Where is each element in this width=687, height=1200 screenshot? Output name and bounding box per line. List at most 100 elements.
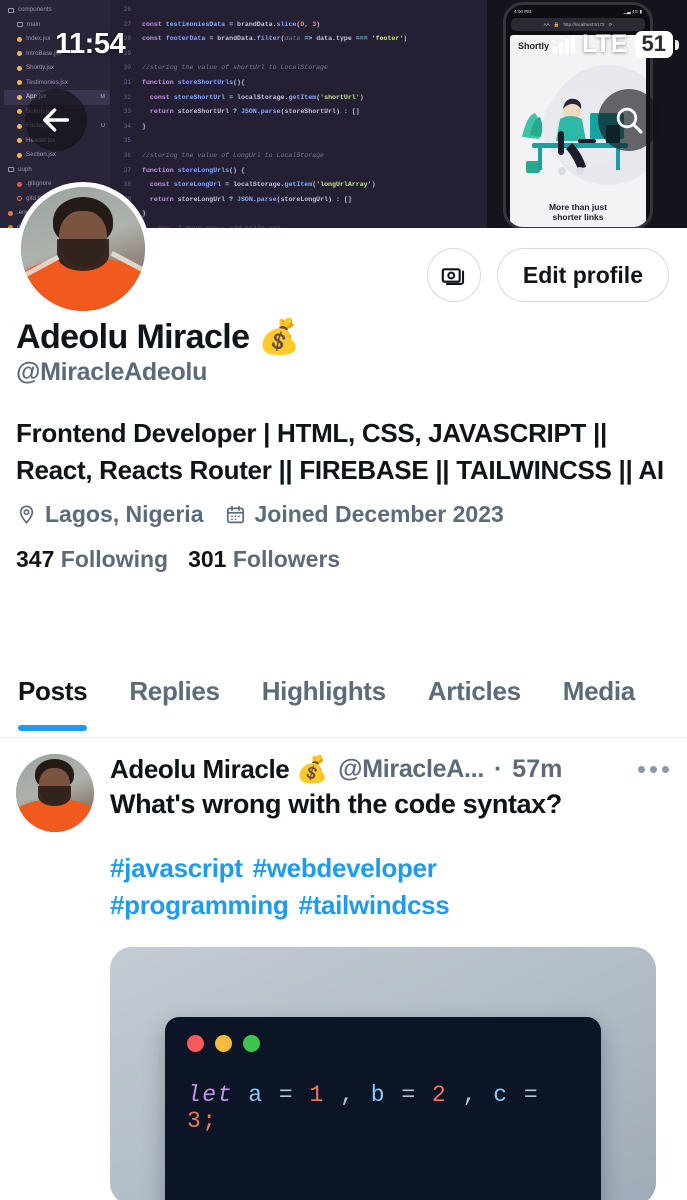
joined-label: Joined December 2023 (254, 500, 504, 527)
following-stat[interactable]: 347 Following (16, 546, 168, 573)
signal-bars-icon (553, 34, 576, 54)
battery-percent-label: 51 (634, 31, 673, 58)
ide-line-number: 36 (123, 151, 131, 159)
post-timestamp[interactable]: 57m (512, 755, 562, 784)
ide-line-number: 26 (123, 6, 131, 13)
post-image-code-card[interactable]: let a = 1 , b = 2 , c = 3; (110, 946, 656, 1200)
monetization-button[interactable] (426, 248, 481, 302)
battery-tip (675, 39, 679, 50)
edit-profile-button[interactable]: Edit profile (496, 248, 669, 302)
back-button[interactable] (25, 89, 87, 151)
profile-info: Adeolu Miracle 💰 @MiracleAdeolu Frontend… (16, 318, 671, 573)
profile-joined: Joined December 2023 (225, 500, 504, 528)
search-button[interactable] (598, 89, 660, 151)
hashtag-link[interactable]: #programming (110, 890, 289, 920)
search-icon (616, 107, 643, 134)
ide-file-row[interactable]: Testimonies.jsx (4, 76, 110, 91)
file-icon (17, 181, 22, 187)
tab-active-underline (18, 725, 88, 731)
ide-file-label: components (18, 6, 52, 14)
post-author-handle[interactable]: @MiracleA... (338, 755, 484, 784)
code-token: , (462, 1081, 478, 1108)
file-icon (8, 210, 13, 216)
ide-file-label: Shortly.jsx (26, 64, 55, 72)
window-dot (243, 1034, 260, 1052)
hashtag-link[interactable]: #javascript (110, 853, 243, 883)
followers-stat[interactable]: 301 Followers (188, 546, 340, 573)
hashtag-link[interactable]: #tailwindcss (298, 890, 449, 920)
ide-file-label: Testimonies.jsx (26, 78, 68, 86)
hashtag-link[interactable]: #webdeveloper (253, 853, 437, 883)
tab-replies[interactable]: Replies (108, 660, 240, 737)
post-author-name[interactable]: Adeolu Miracle 💰 (110, 754, 329, 785)
folder-icon (17, 22, 23, 28)
calendar-icon (227, 505, 245, 524)
code-token: b (370, 1081, 387, 1108)
code-line: //storing the value of shortUrl to Local… (142, 64, 328, 72)
phone-url-text: http://localhost:5173 (563, 22, 605, 27)
ide-line-number: 37 (123, 166, 131, 174)
profile-avatar[interactable] (16, 182, 150, 316)
code-line: //storing the value of LongUrl to LocalS… (142, 151, 325, 159)
profile-location: Lagos, Nigeria (16, 501, 203, 528)
tab-label: Replies (129, 676, 220, 706)
tab-articles[interactable]: Articles (407, 660, 542, 737)
post-header: Adeolu Miracle 💰 @MiracleA... · 57m (110, 754, 671, 785)
ide-file-status: U (101, 122, 105, 129)
status-bar-indicators: LTE 51 (553, 30, 679, 59)
code-token: 2 (431, 1081, 448, 1108)
phone-notch (550, 8, 606, 16)
status-bar-clock: 11:54 (55, 28, 126, 60)
tab-media[interactable]: Media (542, 660, 656, 737)
ide-file-label: uuph (18, 165, 32, 173)
code-line: function storeShortUrls(){ (142, 78, 245, 86)
ide-file-row[interactable]: components (4, 3, 110, 18)
ide-file-status: M (100, 93, 105, 100)
file-icon (17, 109, 22, 115)
ide-line-number: 35 (123, 137, 131, 145)
more-options-icon[interactable] (638, 766, 671, 773)
code-token: = (523, 1081, 540, 1108)
code-token: = (401, 1081, 417, 1108)
twitter-profile-screen: components main Index.jsx IntroBase.jsx Shor… (0, 0, 687, 1200)
tab-highlights[interactable]: Highlights (241, 660, 407, 737)
code-token: = (278, 1081, 295, 1108)
code-line: const footerData = brandData.filter(data… (142, 35, 408, 43)
tab-posts[interactable]: Posts (0, 660, 108, 737)
network-type-label: LTE (582, 30, 628, 58)
following-label: Following (60, 545, 169, 572)
window-traffic-lights (187, 1034, 579, 1052)
code-line: } (142, 122, 146, 130)
tab-label: Posts (18, 676, 88, 706)
post-author-avatar[interactable] (16, 754, 94, 832)
location-label: Lagos, Nigeria (45, 500, 204, 527)
phone-status-indicators: ▁▃ 4G ▮ (623, 8, 642, 14)
profile-meta: Lagos, Nigeria Joined December 2023 (16, 501, 671, 528)
code-token: , (340, 1081, 356, 1108)
battery-indicator: 51 (634, 31, 679, 58)
post-item[interactable]: Adeolu Miracle 💰 @MiracleA... · 57m What… (0, 740, 687, 1200)
tab-label: Media (562, 676, 635, 706)
phone-status-time: 4:00 PM (514, 9, 532, 14)
ide-file-label: Section.jsx (26, 151, 56, 159)
post-text: What's wrong with the code syntax? (110, 789, 562, 819)
code-token: c (493, 1081, 509, 1108)
ide-line-number: 32 (123, 93, 131, 101)
ide-file-row[interactable]: Shortly.jsx (4, 61, 110, 76)
folder-icon (8, 7, 14, 13)
ide-line-number: 33 (123, 108, 131, 116)
phone-caption: More than just shorter links (548, 201, 608, 223)
code-line: } (142, 207, 487, 222)
window-dot (187, 1034, 204, 1052)
post-hashtags: #javascript #webdeveloper #programming #tai… (110, 850, 671, 925)
file-icon (17, 65, 22, 71)
code-blame-annotation: You, 3 days ago • add bills api (142, 222, 487, 228)
profile-actions: Edit profile (426, 248, 669, 302)
code-token: a (248, 1081, 264, 1108)
followers-label: Followers (232, 545, 341, 572)
ide-file-row[interactable]: uuph (4, 163, 110, 178)
reload-icon: ⟳ (608, 21, 613, 27)
folder-icon (8, 167, 14, 173)
